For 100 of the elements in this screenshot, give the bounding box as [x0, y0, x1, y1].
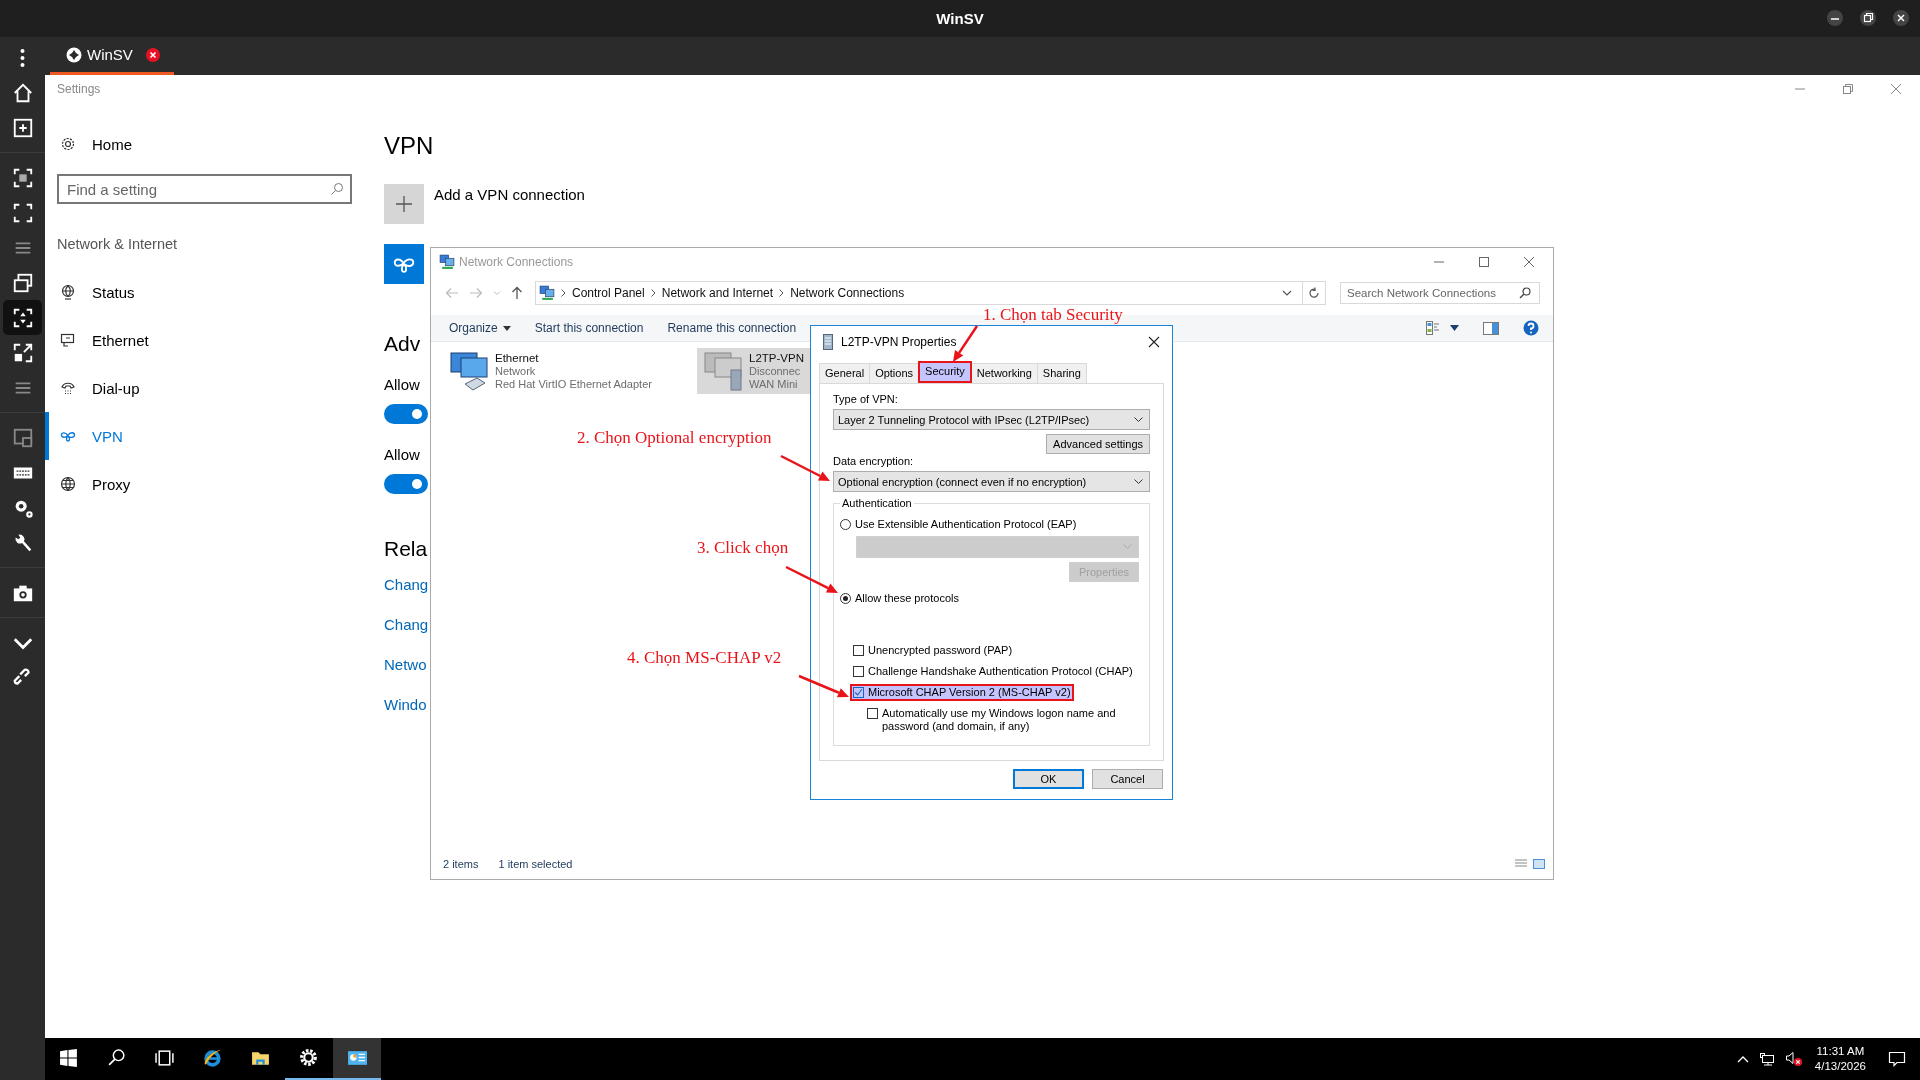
toolbar-button[interactable]: Start this connection — [534, 321, 644, 335]
expand-icon — [11, 341, 34, 364]
search-icon — [330, 182, 344, 196]
search-icon — [1519, 287, 1531, 299]
windows-icon — [59, 1048, 79, 1068]
link[interactable]: Chang — [384, 616, 429, 634]
search-icon — [107, 1048, 127, 1068]
close-icon[interactable] — [1892, 9, 1910, 27]
link[interactable]: Windo — [384, 696, 427, 714]
radio-button[interactable] — [840, 592, 851, 604]
connection-detail: Red Hat VirtIO Ethernet Adapter — [495, 378, 652, 391]
field-label: Data encryption: — [833, 454, 915, 468]
radio-label: Use Extensible Authentication Protocol (EAP) — [855, 518, 1077, 530]
nav-item[interactable]: Ethernet — [45, 316, 245, 364]
page-heading: VPN — [384, 131, 434, 161]
view-options-icon[interactable] — [1426, 321, 1440, 335]
toggle-switch[interactable] — [384, 474, 428, 494]
tab[interactable]: Options — [869, 363, 920, 383]
checkbox-label: Unencrypted password (PAP) — [868, 644, 1013, 657]
fit-screen-icon — [11, 306, 34, 329]
clock-date: 4/13/2026 — [1814, 1059, 1866, 1074]
windows-icon — [11, 271, 34, 294]
plus-icon — [395, 195, 413, 213]
breadcrumb-item[interactable]: Control Panel — [572, 286, 645, 300]
tab[interactable]: Sharing — [1036, 363, 1087, 383]
caret-icon — [1134, 478, 1143, 485]
gear-icon — [60, 136, 76, 152]
checkbox[interactable] — [853, 645, 864, 656]
network-icon[interactable] — [1758, 1052, 1775, 1066]
tab[interactable]: Networking — [970, 363, 1038, 383]
group-label: Authentication — [840, 496, 914, 510]
home-icon — [11, 81, 34, 104]
connection-name: L2TP-VPN — [749, 352, 804, 365]
address-bar[interactable]: Control Panel Network and Internet Network Connections — [535, 281, 1326, 305]
notification-icon[interactable] — [1888, 1051, 1906, 1067]
speaker-muted-icon[interactable] — [1784, 1051, 1803, 1067]
tiles-view-icon[interactable] — [1533, 859, 1545, 869]
status-globe-icon — [60, 284, 76, 300]
status-text: 1 item selected — [498, 858, 573, 870]
breadcrumb-item[interactable]: Network and Internet — [661, 286, 774, 300]
nav-item[interactable]: Status — [45, 268, 245, 316]
link[interactable]: Netwo — [384, 656, 427, 674]
tab[interactable]: Security — [918, 361, 972, 383]
nav-item[interactable]: Proxy — [45, 460, 245, 508]
restore-icon[interactable] — [1859, 9, 1877, 27]
dropdown[interactable]: Layer 2 Tunneling Protocol with IPsec (L2TP/IPsec) — [833, 409, 1150, 430]
refresh-icon — [1308, 287, 1320, 299]
dialog-button[interactable]: Cancel — [1092, 769, 1163, 789]
checkbox-label: Microsoft CHAP Version 2 (MS-CHAP v2) — [868, 686, 1071, 699]
network-computer-icon — [701, 350, 745, 392]
app-logo-icon — [66, 46, 82, 63]
checkbox[interactable] — [853, 666, 864, 677]
control-panel-button[interactable] — [333, 1038, 381, 1080]
nav-item[interactable]: VPN — [45, 412, 245, 460]
help-icon[interactable] — [1523, 320, 1539, 336]
add-vpn-label[interactable]: Add a VPN connection — [434, 186, 585, 203]
section-heading: Adv — [384, 331, 421, 357]
fit-screen-button[interactable] — [3, 300, 42, 335]
connection-item[interactable]: Ethernet Network Red Hat VirtIO Ethernet Adapter — [443, 348, 693, 394]
fullscreen-icon — [11, 201, 34, 224]
annotation-text: 2. Chọn Optional encryption — [577, 428, 772, 448]
task-view-icon — [155, 1048, 175, 1068]
preview-pane-icon[interactable] — [1483, 321, 1499, 335]
checkbox[interactable] — [853, 687, 864, 698]
vpn-tile[interactable] — [384, 244, 424, 284]
search-field[interactable]: Find a setting — [57, 174, 352, 204]
home-link[interactable]: Home — [92, 135, 132, 153]
globe-icon — [60, 476, 76, 492]
checkbox-label: Challenge Handshake Authentication Protocol (CHAP) — [868, 665, 1133, 678]
annotation-text: 4. Chọn MS-CHAP v2 — [627, 648, 782, 668]
kebab-menu-icon — [20, 47, 25, 68]
tab[interactable]: General — [819, 363, 871, 383]
radio-button[interactable] — [840, 518, 851, 530]
checkbox[interactable] — [867, 708, 878, 719]
browser-icon — [203, 1048, 223, 1068]
toolbar-button[interactable]: Rename this connection — [667, 321, 797, 335]
minimize-icon[interactable] — [1826, 9, 1844, 27]
nav-item[interactable]: Dial-up — [45, 364, 245, 412]
add-button[interactable] — [384, 184, 424, 224]
status-text: 2 items — [443, 858, 479, 870]
connection-detail: Disconnec — [749, 365, 802, 378]
maximize-icon[interactable] — [1478, 256, 1490, 268]
link[interactable]: Chang — [384, 576, 429, 594]
breadcrumb-item[interactable]: Network Connections — [790, 286, 905, 300]
network-computer-icon — [447, 350, 491, 392]
toolbar-menu[interactable]: Organize — [449, 321, 511, 335]
advanced-settings-button[interactable]: Advanced settings — [1046, 434, 1150, 454]
dialog-button[interactable]: OK — [1013, 769, 1084, 789]
dropdown-caret-icon[interactable] — [1450, 325, 1459, 331]
chevron-down-icon[interactable] — [1282, 289, 1292, 297]
toggle-label: Allow — [384, 376, 420, 394]
up-arrow-icon[interactable] — [511, 286, 523, 300]
arrow — [780, 454, 830, 481]
dropdown[interactable]: Optional encryption (connect even if no encryption) — [833, 471, 1150, 492]
chevron-right-icon — [561, 289, 566, 297]
toggle-switch[interactable] — [384, 404, 428, 424]
close-icon[interactable] — [1148, 335, 1160, 348]
close-icon[interactable] — [145, 47, 160, 62]
dialog-title: L2TP-VPN Properties — [841, 334, 958, 349]
chevron-up-icon[interactable] — [1736, 1055, 1749, 1063]
